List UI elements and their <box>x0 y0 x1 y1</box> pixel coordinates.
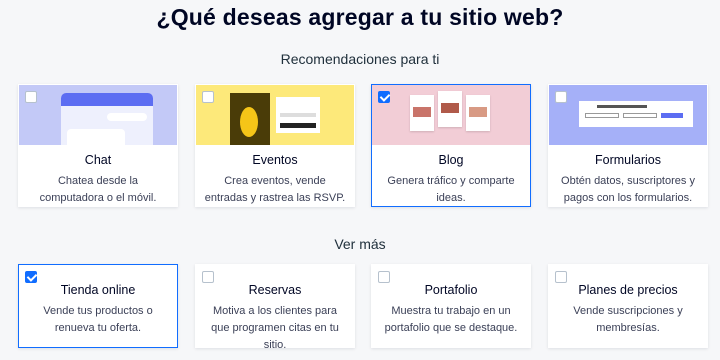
chat-checkbox[interactable] <box>25 91 37 103</box>
online-store-checkbox[interactable] <box>25 271 37 283</box>
card-forms[interactable]: Formularios Obtén datos, suscriptores y … <box>548 84 708 207</box>
card-portfolio[interactable]: Portafolio Muestra tu trabajo en un port… <box>371 264 531 348</box>
card-title: Tienda online <box>60 283 136 297</box>
see-more-heading: Ver más <box>334 236 386 252</box>
card-description: Muestra tu trabajo en un portafolio que … <box>384 305 518 334</box>
card-title: Formularios <box>595 153 661 167</box>
card-description: Crea eventos, vende entradas y rastrea l… <box>204 175 346 204</box>
card-online-store[interactable]: Tienda online Vende tus productos o renu… <box>18 264 178 348</box>
events-preview-image <box>196 85 354 145</box>
events-checkbox[interactable] <box>202 91 214 103</box>
card-title: Eventos <box>252 153 298 167</box>
card-description: Chatea desde la computadora o el móvil. <box>39 175 157 204</box>
card-description: Vende tus productos o renueva tu oferta. <box>43 305 153 334</box>
card-title: Blog <box>438 153 464 167</box>
card-chat[interactable]: Chat Chatea desde la computadora o el mó… <box>18 84 178 207</box>
blog-checkbox[interactable] <box>378 91 390 103</box>
card-bookings[interactable]: Reservas Motiva a los clientes para que … <box>195 264 355 351</box>
recommendations-heading: Recomendaciones para ti <box>280 51 440 67</box>
bookings-checkbox[interactable] <box>202 271 214 283</box>
chat-preview-image <box>19 85 177 145</box>
card-title: Reservas <box>248 283 302 297</box>
card-title: Portafolio <box>424 283 478 297</box>
forms-preview-image <box>549 85 707 145</box>
forms-checkbox[interactable] <box>555 91 567 103</box>
card-description: Genera tráfico y comparte ideas. <box>387 175 515 204</box>
card-title: Chat <box>84 153 112 167</box>
card-events[interactable]: Eventos Crea eventos, vende entradas y r… <box>195 84 355 207</box>
card-pricing-plans[interactable]: Planes de precios Vende suscripciones y … <box>548 264 708 348</box>
card-description: Motiva a los clientes para que programen… <box>211 305 339 351</box>
portfolio-checkbox[interactable] <box>378 271 390 283</box>
blog-preview-image <box>372 85 530 145</box>
pricing-plans-checkbox[interactable] <box>555 271 567 283</box>
card-blog[interactable]: Blog Genera tráfico y comparte ideas. <box>371 84 531 207</box>
card-description: Vende suscripciones y membresías. <box>573 305 683 334</box>
card-description: Obtén datos, suscriptores y pagos con lo… <box>561 175 695 204</box>
card-title: Planes de precios <box>578 283 678 297</box>
page-title: ¿Qué deseas agregar a tu sitio web? <box>156 4 564 30</box>
